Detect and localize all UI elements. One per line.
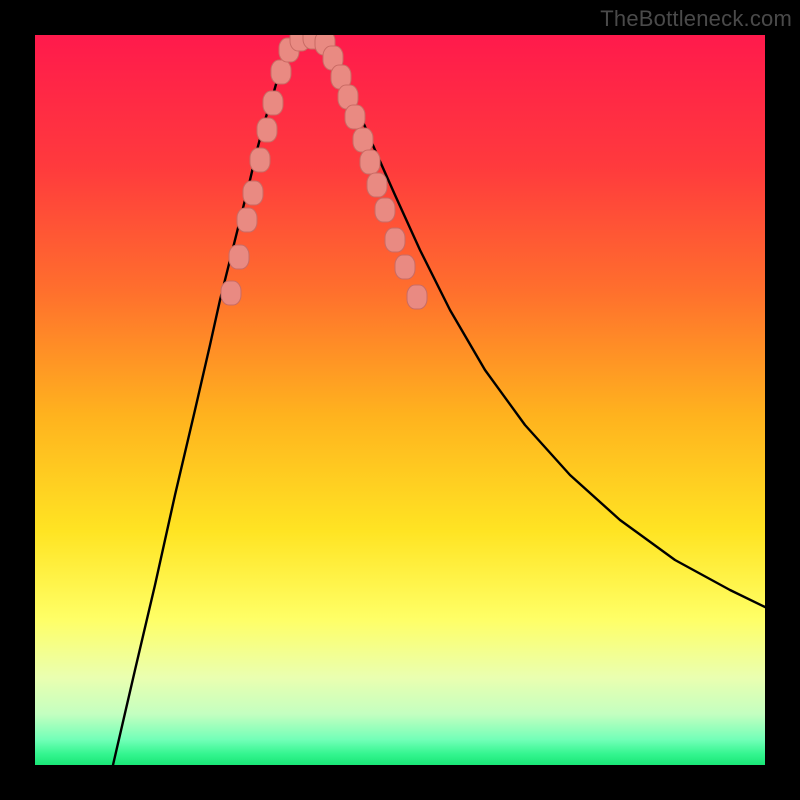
- chart-frame: TheBottleneck.com: [0, 0, 800, 800]
- curve-marker: [263, 91, 283, 115]
- plot-area: [35, 35, 765, 765]
- curve-marker: [375, 198, 395, 222]
- curve-marker: [385, 228, 405, 252]
- curve-marker: [250, 148, 270, 172]
- curve-marker: [353, 128, 373, 152]
- curve-marker: [395, 255, 415, 279]
- curve-layer: [35, 35, 765, 765]
- curve-marker: [367, 173, 387, 197]
- curve-marker: [257, 118, 277, 142]
- curve-marker: [345, 105, 365, 129]
- curve-marker: [221, 281, 241, 305]
- curve-marker: [229, 245, 249, 269]
- curve-marker: [271, 60, 291, 84]
- curve-marker: [243, 181, 263, 205]
- curve-marker: [407, 285, 427, 309]
- curve-marker: [237, 208, 257, 232]
- watermark-text: TheBottleneck.com: [600, 6, 792, 32]
- bottleneck-curve: [113, 37, 765, 765]
- curve-marker: [360, 150, 380, 174]
